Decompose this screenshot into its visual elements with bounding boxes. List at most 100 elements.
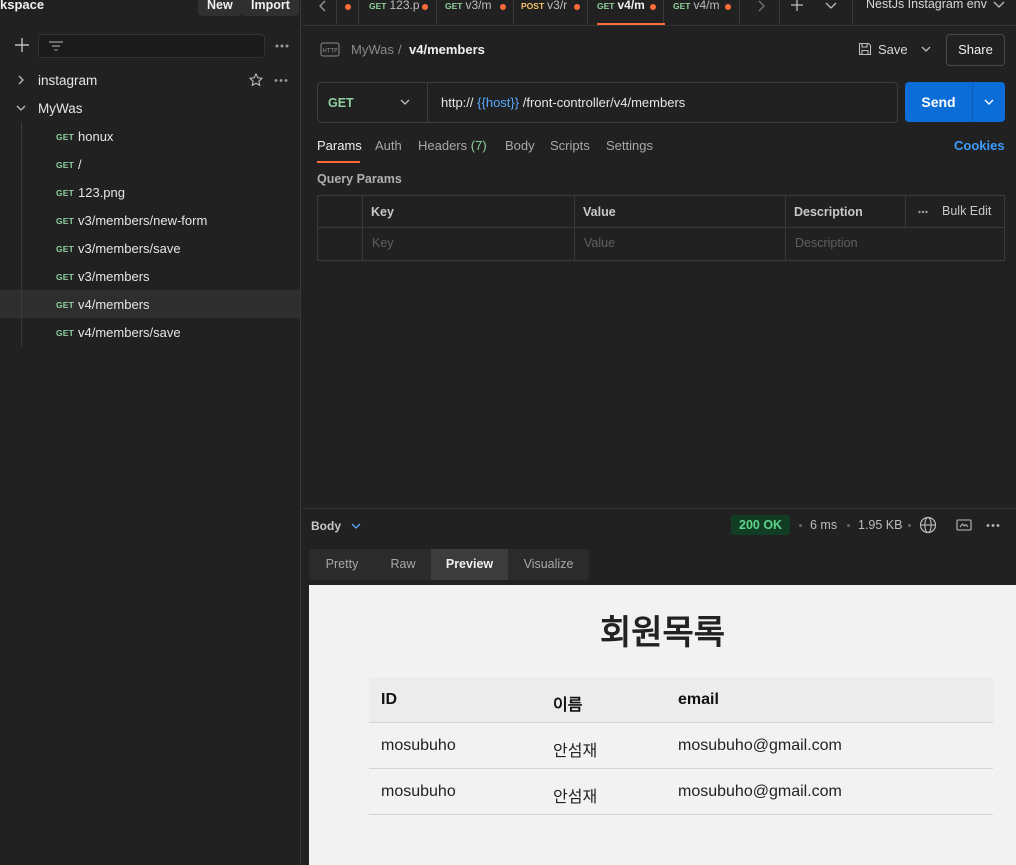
- request-item-v4-members[interactable]: GET v4/members: [0, 290, 300, 318]
- active-tab-indicator: [317, 161, 360, 163]
- tab-headers-label: Headers: [418, 138, 468, 153]
- tab-body[interactable]: Body: [505, 138, 535, 153]
- request-item-v4-save[interactable]: GET v4/members/save: [0, 318, 300, 346]
- tab-label: v4/m: [617, 0, 645, 12]
- request-name: v3/members/new-form: [78, 213, 208, 228]
- request-item-v3-save[interactable]: GET v3/members/save: [0, 234, 300, 262]
- tab-divider: [358, 0, 359, 24]
- request-item-root[interactable]: GET /: [0, 150, 300, 178]
- import-button[interactable]: Import: [242, 0, 299, 16]
- view-tab-raw[interactable]: Raw: [375, 549, 431, 580]
- unsaved-dot: [574, 4, 580, 10]
- chevron-down-icon[interactable]: [16, 103, 26, 113]
- view-tab-visualize[interactable]: Visualize: [508, 549, 589, 580]
- more-options-icon[interactable]: [274, 78, 288, 83]
- chevron-left-icon[interactable]: [316, 0, 330, 12]
- more-options-icon[interactable]: [274, 43, 290, 49]
- cell-name: 안섬재: [553, 789, 598, 806]
- request-name: honux: [78, 129, 114, 144]
- plus-icon[interactable]: [14, 37, 30, 53]
- more-options-icon[interactable]: [918, 210, 928, 214]
- key-input[interactable]: Key: [372, 236, 394, 250]
- url-path: /front-controller/v4/members: [522, 95, 686, 110]
- chevron-down-icon[interactable]: [993, 0, 1005, 10]
- column-description: Description: [794, 205, 863, 219]
- method-badge: GET: [369, 1, 387, 11]
- star-icon[interactable]: [249, 73, 263, 87]
- postman-app: kspace New Import instagram MyWas GET ho…: [0, 0, 1016, 865]
- request-name: /: [78, 157, 82, 172]
- workspace-title: kspace: [0, 0, 45, 12]
- table-row: Key Value Description: [318, 228, 1004, 260]
- chevron-right-icon[interactable]: [16, 75, 26, 85]
- status-badge: 200 OK: [731, 515, 791, 535]
- save-icon: [858, 42, 872, 56]
- tab-scripts[interactable]: Scripts: [550, 138, 590, 153]
- breadcrumb-separator: /: [398, 42, 402, 57]
- breadcrumb-current[interactable]: v4/members: [409, 42, 485, 57]
- tab-divider: [436, 0, 437, 24]
- response-preview: 회원목록 ID 이름 email mosubuho 안섬재 mosubuho@g…: [309, 585, 1016, 865]
- chevron-down-icon[interactable]: [351, 522, 361, 530]
- new-button[interactable]: New: [198, 0, 242, 16]
- filter-input[interactable]: [38, 34, 265, 58]
- globe-icon[interactable]: [919, 516, 937, 534]
- save-button[interactable]: Save: [852, 34, 942, 66]
- tab-settings[interactable]: Settings: [606, 138, 653, 153]
- collection-name: MyWas: [38, 101, 83, 116]
- tab-divider: [852, 0, 853, 24]
- request-item-v3-new-form[interactable]: GET v3/members/new-form: [0, 206, 300, 234]
- save-response-icon[interactable]: [956, 518, 972, 532]
- url-input[interactable]: http:// {{host}} /front-controller/v4/me…: [441, 95, 685, 110]
- response-view-tabs: Pretty Raw Preview Visualize: [309, 549, 589, 580]
- method-select[interactable]: GET: [318, 83, 428, 122]
- send-button[interactable]: Send: [905, 82, 1005, 122]
- tab-auth[interactable]: Auth: [375, 138, 402, 153]
- separator-dot: [799, 524, 802, 527]
- plus-icon[interactable]: [790, 0, 804, 11]
- more-options-icon[interactable]: [986, 523, 1000, 528]
- tab-post-v3[interactable]: POST v3/r: [521, 0, 591, 24]
- cookies-link[interactable]: Cookies: [954, 138, 1005, 153]
- table-header-row: ID 이름 email: [369, 677, 993, 723]
- tab-divider: [663, 0, 664, 24]
- description-input[interactable]: Description: [795, 236, 858, 250]
- chevron-down-icon[interactable]: [984, 98, 994, 106]
- view-tab-preview[interactable]: Preview: [431, 549, 508, 580]
- bulk-edit-button[interactable]: Bulk Edit: [942, 204, 991, 218]
- request-name: v3/members/save: [78, 241, 181, 256]
- column-key: Key: [371, 205, 394, 219]
- tab-divider: [587, 0, 588, 24]
- column-value: Value: [583, 205, 616, 219]
- column-email: email: [678, 691, 719, 708]
- collection-mywas[interactable]: MyWas: [0, 94, 300, 122]
- unsaved-dot: [345, 4, 351, 10]
- tab-params[interactable]: Params: [317, 138, 362, 153]
- method-badge: GET: [56, 216, 75, 226]
- response-body-selector[interactable]: Body: [311, 519, 341, 533]
- tab-divider: [739, 0, 740, 24]
- chevron-down-icon[interactable]: [921, 45, 931, 53]
- tab-divider: [513, 0, 514, 24]
- request-item-123-png[interactable]: GET 123.png: [0, 178, 300, 206]
- collection-instagram[interactable]: instagram: [0, 66, 300, 94]
- svg-text:HTTP: HTTP: [322, 48, 338, 55]
- chevron-right-icon[interactable]: [754, 0, 768, 12]
- tab-label: v3/r: [547, 0, 568, 12]
- chevron-down-icon[interactable]: [824, 0, 838, 12]
- tree-guide-line: [21, 122, 22, 346]
- tab-headers[interactable]: Headers (7): [418, 138, 487, 153]
- share-button[interactable]: Share: [946, 34, 1005, 66]
- environment-selector[interactable]: NestJs Instagram env: [866, 0, 987, 11]
- method-badge: GET: [56, 132, 75, 142]
- request-item-honux[interactable]: GET honux: [0, 122, 300, 150]
- sidebar-toolbar: [0, 33, 300, 59]
- tab-label: 123.p: [389, 0, 420, 12]
- value-input[interactable]: Value: [584, 236, 615, 250]
- request-item-v3-members[interactable]: GET v3/members: [0, 262, 300, 290]
- tab-label: v3/m: [465, 0, 492, 12]
- method-badge: GET: [56, 188, 75, 198]
- cell-id: mosubuho: [381, 737, 456, 754]
- view-tab-pretty[interactable]: Pretty: [309, 549, 375, 580]
- breadcrumb-parent[interactable]: MyWas: [351, 42, 394, 57]
